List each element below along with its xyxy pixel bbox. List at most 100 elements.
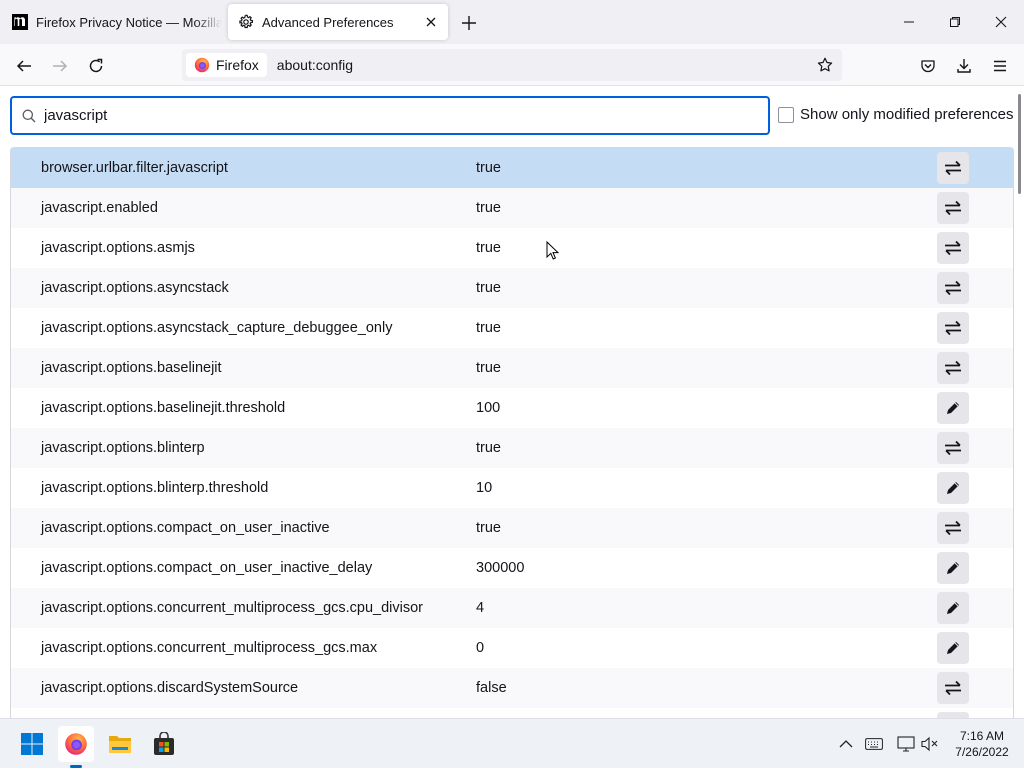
pocket-button[interactable] (914, 52, 942, 80)
new-tab-button[interactable] (456, 10, 482, 36)
edit-pref-button[interactable] (937, 632, 969, 664)
toggle-arrows-icon (945, 320, 961, 336)
close-window-button[interactable] (986, 7, 1016, 37)
url-text[interactable]: about:config (277, 57, 353, 73)
pref-value: true (476, 240, 501, 256)
pref-value: true (476, 200, 501, 216)
pref-name: javascript.options.baselinejit (41, 360, 222, 376)
pocket-icon (921, 60, 935, 73)
edit-pref-button[interactable] (937, 592, 969, 624)
tab-advanced-preferences[interactable]: Advanced Preferences (228, 4, 448, 40)
search-input[interactable] (44, 107, 744, 124)
maximize-button[interactable] (940, 7, 970, 37)
address-bar[interactable]: Firefox about:config (182, 49, 842, 81)
toggle-pref-button[interactable] (937, 152, 969, 184)
pref-row[interactable] (11, 708, 1013, 718)
reload-button[interactable] (82, 52, 110, 80)
toggle-pref-button[interactable] (937, 272, 969, 304)
taskbar-microsoft-store[interactable] (146, 726, 182, 762)
toggle-pref-button[interactable] (937, 232, 969, 264)
downloads-button[interactable] (950, 52, 978, 80)
volume-muted-button[interactable] (920, 734, 940, 754)
pref-value: 10 (476, 480, 493, 496)
pref-row[interactable]: javascript.options.compact_on_user_inact… (11, 508, 1013, 548)
toggle-pref-button[interactable] (937, 312, 969, 344)
pref-row[interactable]: javascript.options.concurrent_multiproce… (11, 588, 1013, 628)
toggle-arrows-icon (945, 360, 961, 376)
toggle-arrows-icon (945, 440, 961, 456)
toggle-arrows-icon (945, 240, 961, 256)
pref-row[interactable]: browser.urlbar.filter.javascript true (11, 148, 1013, 188)
pref-row[interactable]: javascript.options.discardSystemSource fa… (11, 668, 1013, 708)
pref-value: 0 (476, 640, 485, 656)
show-modified-label: Show only modified preferences (800, 106, 1014, 123)
taskbar-file-explorer[interactable] (102, 726, 138, 762)
keyboard-icon (865, 738, 883, 750)
pencil-icon (947, 642, 959, 654)
edit-pref-button[interactable] (937, 392, 969, 424)
pref-name: javascript.options.concurrent_multiproce… (41, 640, 378, 656)
pref-value: true (476, 520, 501, 536)
system-clock[interactable]: 7:16 AM 7/26/2022 (946, 728, 1018, 760)
toggle-pref-button[interactable] (937, 512, 969, 544)
taskbar-firefox[interactable] (58, 726, 94, 762)
pref-value: false (476, 680, 507, 696)
pref-value: 300000 (476, 560, 525, 576)
clock-date: 7/26/2022 (955, 745, 1009, 759)
pref-row[interactable]: javascript.options.asyncstack_capture_de… (11, 308, 1013, 348)
edit-pref-button[interactable] (937, 472, 969, 504)
network-status[interactable] (896, 734, 916, 754)
pref-value: true (476, 160, 501, 176)
pref-row[interactable]: javascript.enabled true (11, 188, 1013, 228)
pref-row[interactable]: javascript.options.asmjs true (11, 228, 1013, 268)
back-button[interactable] (10, 52, 38, 80)
toggle-pref-button[interactable] (937, 672, 969, 704)
pref-name: javascript.enabled (41, 200, 158, 216)
speaker-muted-icon (921, 736, 938, 752)
edit-pref-button[interactable] (937, 552, 969, 584)
tab-strip: Firefox Privacy Notice — Mozilla Advance… (0, 0, 1024, 44)
pencil-icon (947, 562, 959, 574)
toggle-arrows-icon (945, 680, 961, 696)
tab-firefox-privacy-notice[interactable]: Firefox Privacy Notice — Mozilla (2, 4, 222, 40)
scrollbar[interactable] (1016, 86, 1024, 718)
tab-title: Firefox Privacy Notice — Mozilla (36, 14, 222, 30)
toggle-arrows-icon (945, 280, 961, 296)
pref-value: true (476, 320, 501, 336)
preference-search-box[interactable] (10, 96, 770, 135)
pref-row[interactable]: javascript.options.baselinejit true (11, 348, 1013, 388)
toggle-pref-button[interactable] (937, 352, 969, 384)
scrollbar-thumb[interactable] (1018, 94, 1021, 194)
toggle-pref-button[interactable] (937, 432, 969, 464)
plus-icon (462, 16, 476, 30)
pref-row[interactable]: javascript.options.blinterp.threshold 10 (11, 468, 1013, 508)
show-hidden-icons-button[interactable] (836, 734, 856, 754)
app-menu-button[interactable] (986, 52, 1014, 80)
pref-row[interactable]: javascript.options.blinterp true (11, 428, 1013, 468)
pref-name: javascript.options.blinterp.threshold (41, 480, 269, 496)
preferences-table: browser.urlbar.filter.javascript true java… (10, 147, 1014, 718)
close-icon (995, 16, 1007, 28)
pref-row[interactable]: javascript.options.asyncstack true (11, 268, 1013, 308)
start-button[interactable] (14, 726, 50, 762)
bookmark-star-icon[interactable] (814, 54, 836, 76)
pref-row[interactable]: javascript.options.baselinejit.threshold… (11, 388, 1013, 428)
pref-name: javascript.options.concurrent_multiproce… (41, 600, 424, 616)
taskbar: 7:16 AM 7/26/2022 (0, 718, 1024, 768)
folder-icon (109, 736, 131, 753)
pref-row[interactable]: javascript.options.compact_on_user_inact… (11, 548, 1013, 588)
minimize-button[interactable] (894, 7, 924, 37)
clock-time: 7:16 AM (959, 729, 1005, 743)
monitor-icon (897, 736, 915, 752)
close-tab-icon[interactable] (420, 11, 442, 33)
pref-row[interactable]: javascript.options.concurrent_multiproce… (11, 628, 1013, 668)
show-modified-toggle[interactable]: Show only modified preferences (778, 106, 1013, 123)
store-bag-icon (154, 732, 174, 755)
touch-keyboard-button[interactable] (864, 734, 884, 754)
toggle-pref-button[interactable] (937, 192, 969, 224)
show-modified-checkbox[interactable] (778, 106, 794, 123)
forward-button[interactable] (46, 52, 74, 80)
pref-name: javascript.options.asyncstack_capture_de… (41, 320, 393, 336)
toggle-arrows-icon (945, 160, 961, 176)
identity-box[interactable]: Firefox (186, 53, 267, 77)
